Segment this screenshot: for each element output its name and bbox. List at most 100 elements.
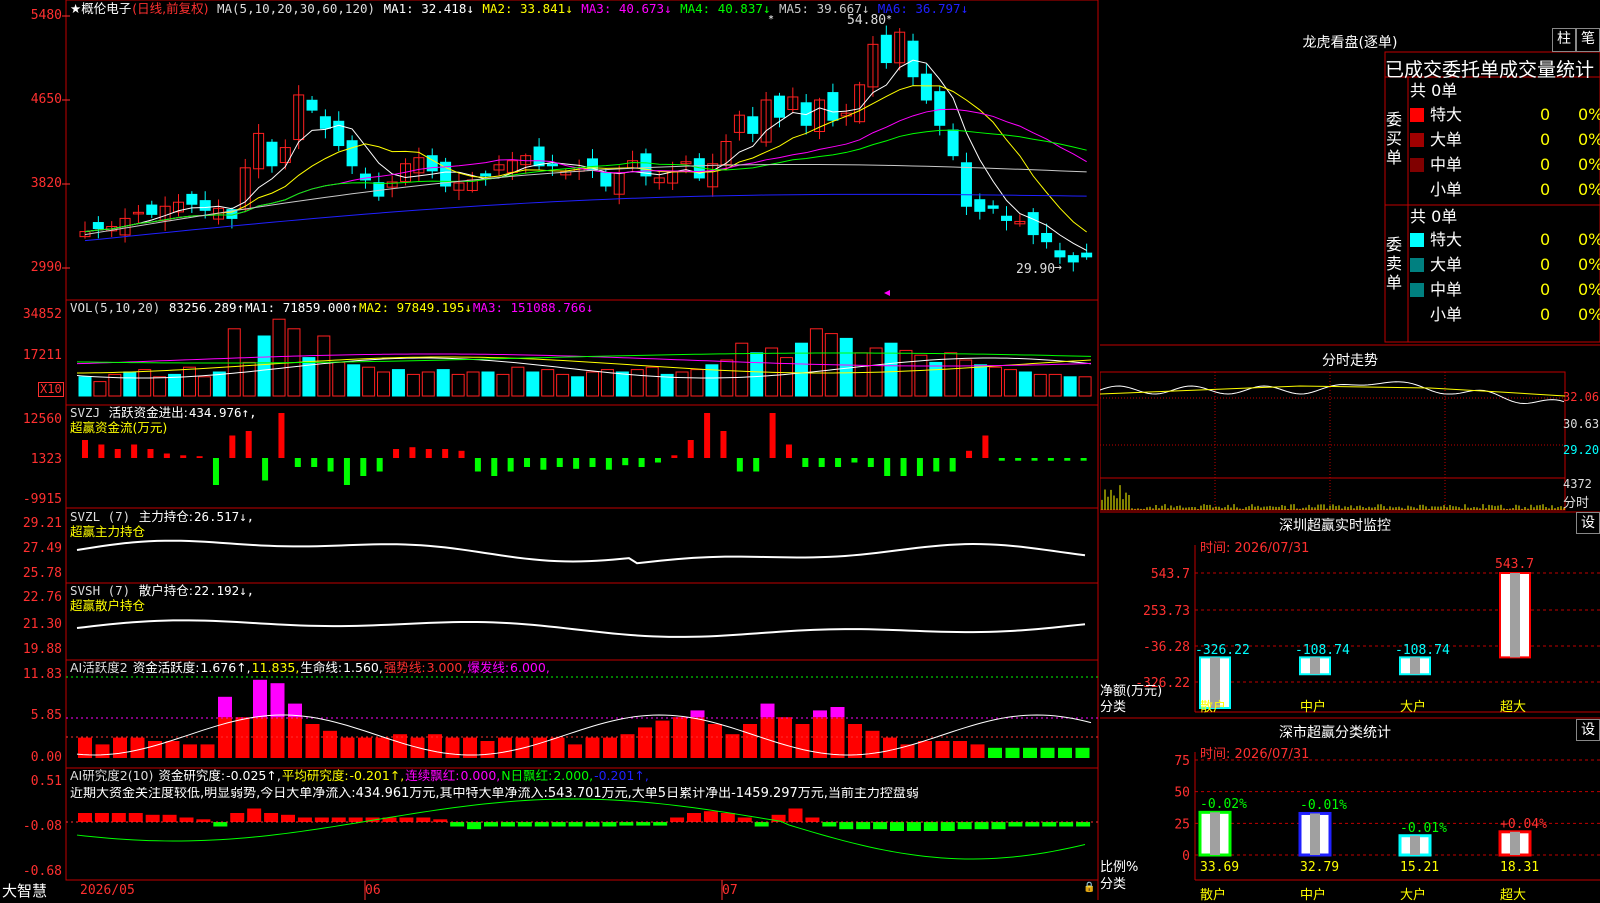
vol-header: VOL(5,10,20) 83256.289↑MA1: 71859.000↑MA… <box>70 301 595 315</box>
ai2-v3: 0.000, <box>461 768 501 783</box>
class-ytick: 50 <box>1174 786 1190 801</box>
class-bar-shade <box>1410 836 1420 855</box>
flow-bar <box>491 458 497 476</box>
class-title: 深市超赢分类统计 <box>1100 722 1570 742</box>
order-color-swatch <box>1410 133 1424 147</box>
volume-bar <box>930 362 942 396</box>
research-bar <box>738 818 752 823</box>
flow-bar <box>819 458 825 467</box>
ai1-v4: 3.000, <box>427 660 467 675</box>
volume-bar <box>79 377 91 396</box>
order-color-swatch <box>1410 258 1424 272</box>
candle-body <box>267 142 277 166</box>
flow-bar <box>868 458 874 467</box>
buy-total: 共 0单 <box>1410 82 1457 100</box>
volume-bar <box>631 370 643 396</box>
candle-body <box>828 93 838 121</box>
ai2-ytick: -0.08 <box>0 820 62 834</box>
candle-body <box>1042 233 1052 241</box>
volume-bar <box>736 343 748 396</box>
research-bar <box>112 813 126 822</box>
volume-bar <box>900 350 912 396</box>
order-color-swatch <box>1410 108 1424 122</box>
volume-bar <box>363 367 375 396</box>
research-bar <box>653 822 667 826</box>
research-bar <box>636 822 650 826</box>
research-bar <box>619 822 633 826</box>
svzl-line <box>77 541 1085 564</box>
order-row: 大单00% <box>1410 131 1600 149</box>
activity-bar-burst <box>813 710 827 717</box>
flow-bar <box>442 449 448 458</box>
flow-bar <box>246 431 252 458</box>
svsh-ytick: 22.76 <box>0 591 62 605</box>
research-bar <box>805 818 819 823</box>
class-bar-change: -0.02% <box>1200 797 1247 812</box>
svzj-label: SVZJ <box>70 405 100 420</box>
fs-unit: 分时 <box>1563 492 1589 511</box>
candle-body <box>1055 251 1065 257</box>
stock-title[interactable]: ★概伦电子 <box>70 1 131 16</box>
candle-body <box>1068 256 1078 262</box>
activity-bar <box>183 744 197 758</box>
candle-body <box>748 117 758 134</box>
activity-bar <box>621 734 635 758</box>
order-type: 小单 <box>1430 305 1462 324</box>
stock-terminal: * * 543.7 253.73 -36.28 -326.22 75 50 25 0 ★概伦电子… <box>0 0 1600 900</box>
volume-bar <box>333 362 345 396</box>
class-bar-value: 33.69 <box>1200 860 1239 875</box>
research-bar <box>298 818 312 823</box>
activity-bar-burst <box>218 697 232 717</box>
flow-bar <box>229 436 235 459</box>
order-color-swatch <box>1410 283 1424 297</box>
kline-chart-area[interactable]: * * <box>0 0 1100 900</box>
flow-bar <box>950 458 956 472</box>
flow-bar <box>704 413 710 458</box>
candle-body <box>908 41 918 77</box>
research-bar <box>180 818 194 823</box>
flow-bar <box>131 445 137 459</box>
low-price-mark: 29.90 <box>1016 262 1055 277</box>
svzl-title: 主力持仓: <box>139 509 193 524</box>
fs-ytick: 29.20 <box>1563 443 1599 457</box>
research-bar <box>450 822 464 827</box>
ai1-t3: 生命线: <box>300 660 342 675</box>
activity-bar <box>1076 748 1090 758</box>
research-bar <box>958 822 972 829</box>
order-type: 小单 <box>1430 180 1462 199</box>
ma-value-3: MA3: 40.673↓ <box>581 1 679 16</box>
bar-mode-button[interactable]: 柱 <box>1552 28 1576 52</box>
activity-bar <box>936 741 950 758</box>
monitor-bar-value: -108.74 <box>1295 643 1350 658</box>
activity-bar <box>253 717 267 758</box>
order-count: 0 <box>1540 231 1550 249</box>
flow-bar <box>770 413 776 458</box>
class-bar-value: 15.21 <box>1400 860 1439 875</box>
svzj-title: 活跃资金进出: <box>109 405 188 420</box>
candle-body <box>1028 213 1038 235</box>
activity-bar <box>341 738 355 758</box>
research-bar <box>416 818 430 823</box>
volume-bar <box>990 367 1002 396</box>
main-ytick: 3820 <box>0 177 62 191</box>
volume-bar <box>676 372 688 396</box>
research-bar <box>822 822 836 827</box>
flow-bar <box>459 451 465 458</box>
candle-body <box>1002 216 1012 220</box>
flow-bar <box>295 458 301 467</box>
monitor-settings-button[interactable]: 设 <box>1576 512 1600 534</box>
volume-bar <box>975 365 987 396</box>
activity-bar <box>568 744 582 758</box>
tick-mode-button[interactable]: 笔 <box>1576 28 1600 52</box>
volume-bar <box>198 377 210 396</box>
candle-body <box>147 205 157 214</box>
research-bar <box>484 822 498 827</box>
lock-icon[interactable]: 🔒 <box>1083 882 1095 893</box>
flow-bar <box>524 458 530 467</box>
activity-bar <box>883 738 897 758</box>
volume-bar <box>94 382 106 396</box>
order-pct: 0% <box>1578 306 1600 324</box>
candle-body <box>481 174 491 176</box>
flow-bar <box>540 458 546 470</box>
class-settings-button[interactable]: 设 <box>1576 719 1600 741</box>
